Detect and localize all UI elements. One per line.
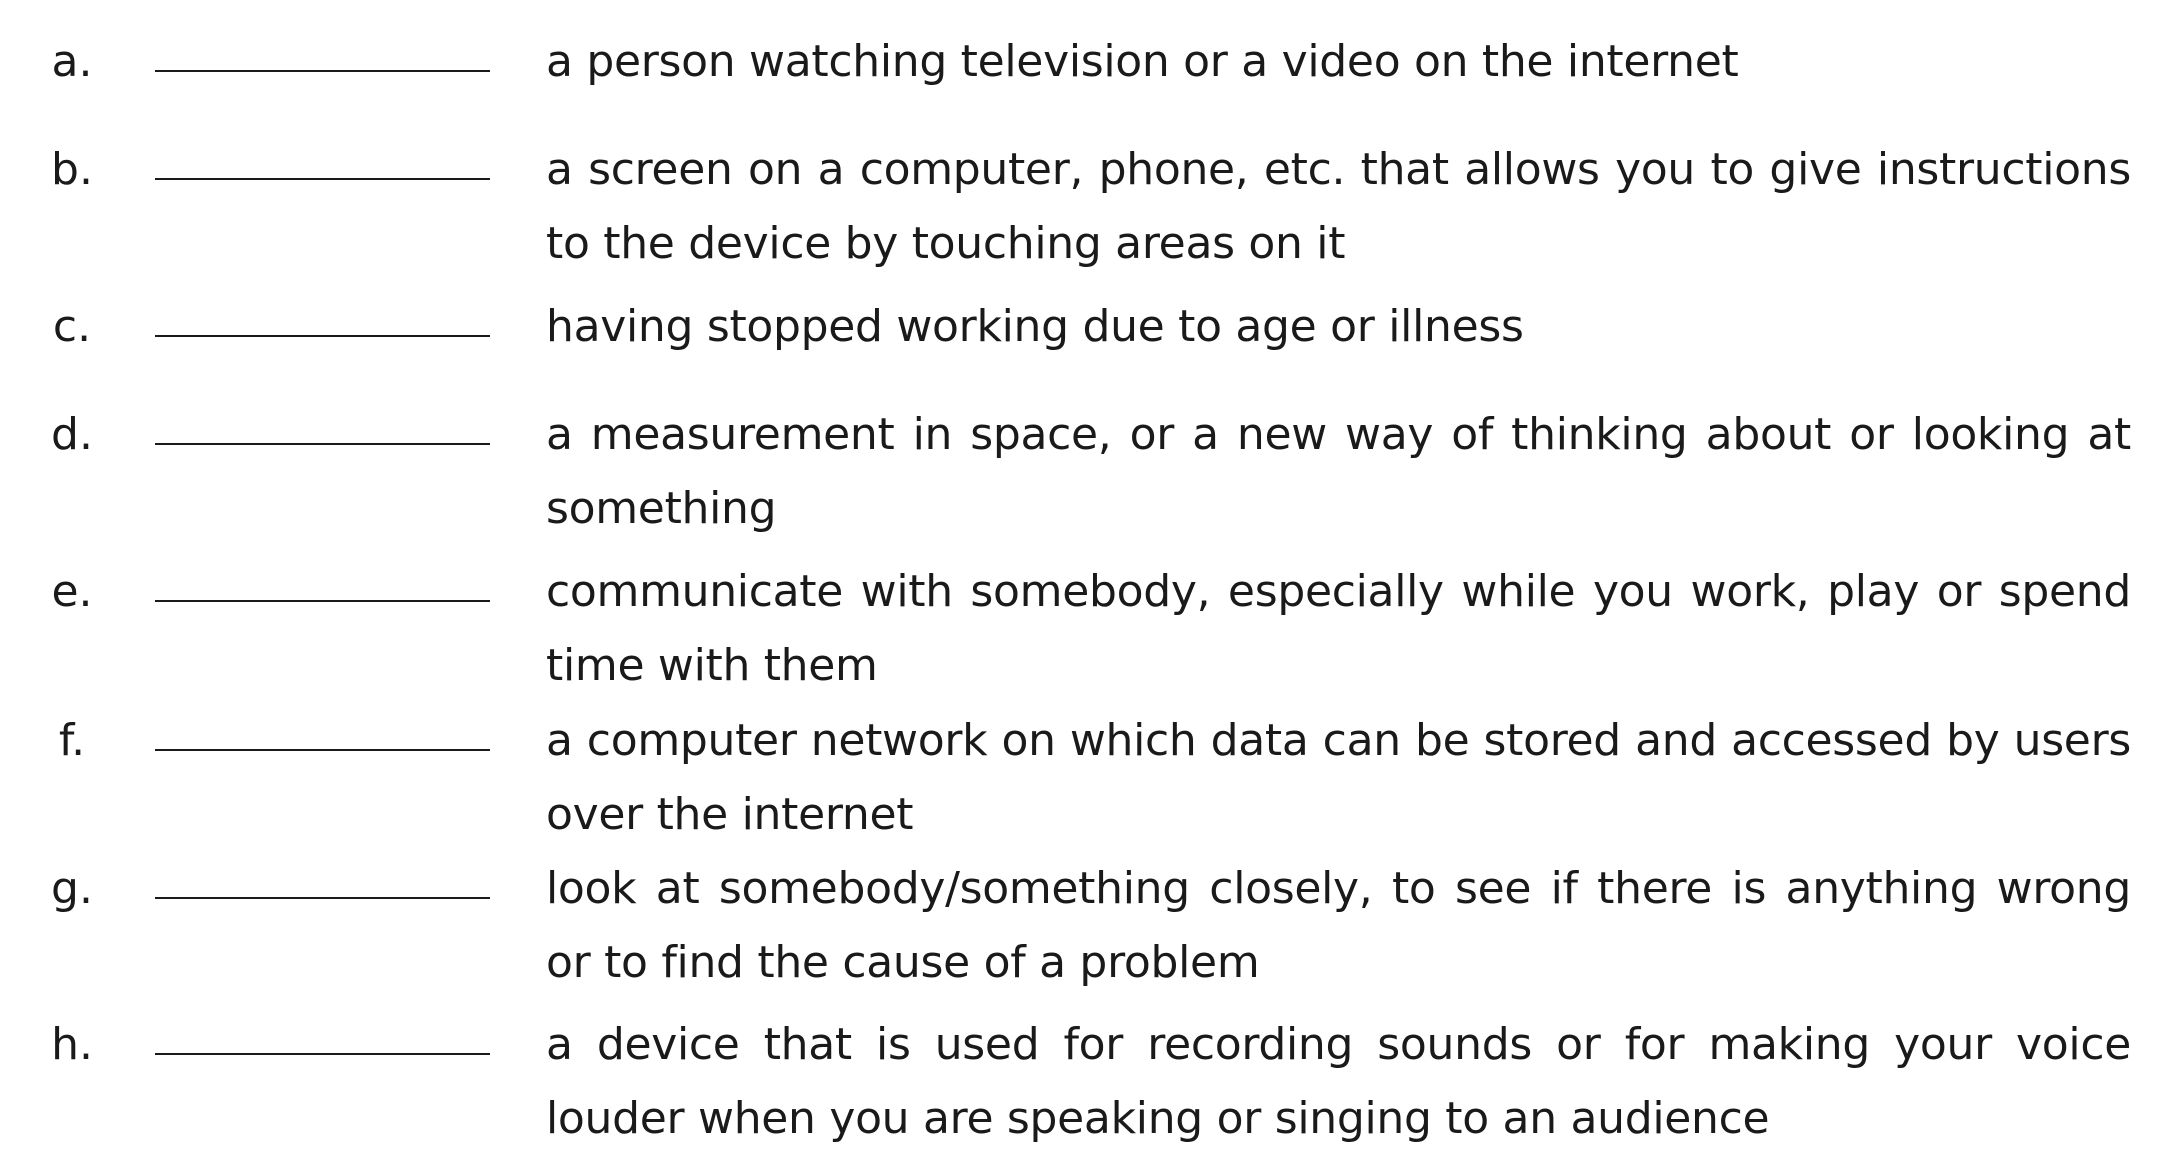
answer-blank-c[interactable] bbox=[155, 290, 490, 337]
answer-blank-g[interactable] bbox=[155, 852, 490, 899]
item-letter: a. bbox=[51, 36, 93, 87]
item-letter: b. bbox=[51, 144, 93, 195]
item-letter: g. bbox=[51, 863, 93, 914]
item-letter: f. bbox=[58, 715, 86, 766]
item-letter: d. bbox=[51, 409, 93, 460]
item-definition: a device that is used for recording soun… bbox=[546, 1019, 2131, 1144]
answer-blank-a[interactable] bbox=[155, 25, 490, 72]
answer-blank-d[interactable] bbox=[155, 398, 490, 445]
item-definition: look at somebody/something closely, to s… bbox=[546, 863, 2131, 988]
item-definition: a measurement in space, or a new way of … bbox=[546, 409, 2131, 534]
item-definition: a screen on a computer, phone, etc. that… bbox=[546, 144, 2131, 269]
item-definition: communicate with somebody, especially wh… bbox=[546, 566, 2131, 691]
item-letter: e. bbox=[51, 566, 93, 617]
item-definition: a computer network on which data can be … bbox=[546, 715, 2131, 840]
vocabulary-matching-exercise: a. a person watching television or a vid… bbox=[0, 0, 2169, 1161]
answer-blank-f[interactable] bbox=[155, 704, 490, 751]
answer-blank-b[interactable] bbox=[155, 133, 490, 180]
item-definition: having stopped working due to age or ill… bbox=[546, 301, 1524, 352]
item-letter: h. bbox=[51, 1019, 93, 1070]
item-definition: a person watching television or a video … bbox=[546, 36, 1739, 87]
answer-blank-h[interactable] bbox=[155, 1008, 490, 1055]
answer-blank-e[interactable] bbox=[155, 555, 490, 602]
item-letter: c. bbox=[52, 301, 92, 352]
